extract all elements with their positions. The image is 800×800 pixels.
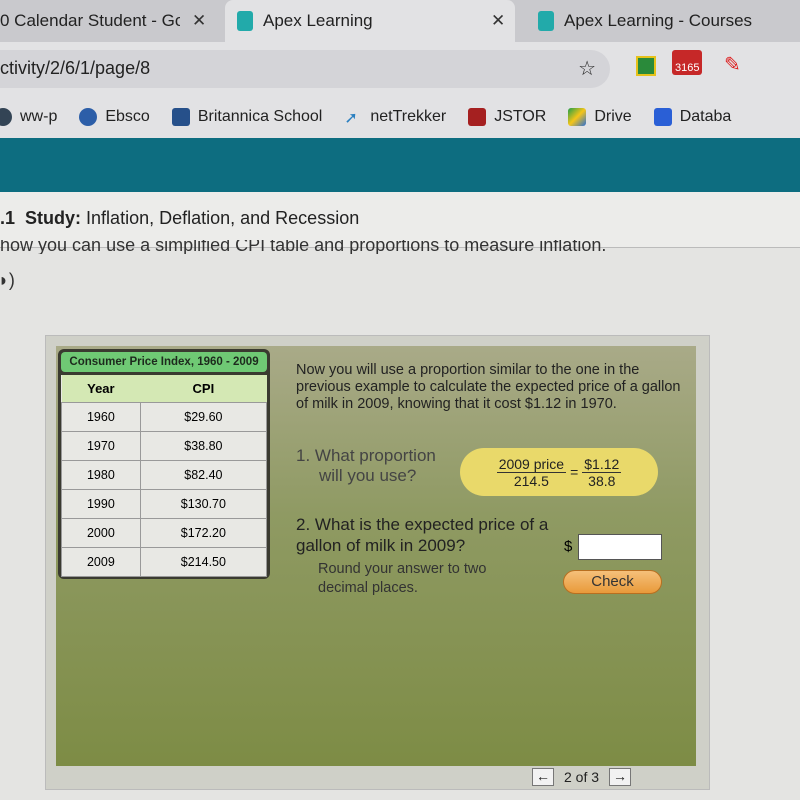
clipped-subtitle: how you can use a simplified CPI table a… (0, 240, 607, 254)
bookmark-drive[interactable]: Drive (568, 108, 632, 126)
cpi-cell: $130.70 (139, 489, 268, 519)
table-row: 1960 $29.60 (61, 402, 268, 432)
bookmark-britannica[interactable]: Britannica School (171, 108, 322, 126)
classroom-icon[interactable] (636, 56, 656, 76)
star-icon[interactable]: ☆ (578, 56, 596, 81)
check-button[interactable]: Check (563, 570, 662, 594)
drive-icon (568, 108, 587, 126)
bookmark-jstor[interactable]: JSTOR (468, 108, 546, 126)
currency-symbol: $ (564, 538, 573, 555)
bookmarks-bar: ww-p Ebsco Britannica School ➚ netTrekker… (0, 96, 800, 138)
table-row: 2009 $214.50 (61, 547, 268, 577)
apex-icon (237, 11, 253, 31)
year-cell: 2009 (61, 547, 141, 577)
cpi-cell: $38.80 (139, 431, 268, 461)
docs-icon (653, 108, 672, 126)
address-bar-row: ctivity/2/6/1/page/8 ☆ 3165 ✎ (0, 42, 800, 96)
bookmark-ebsco[interactable]: Ebsco (79, 108, 150, 126)
pen-icon[interactable]: ✎ (724, 52, 741, 77)
tab-calendar[interactable]: 0 Calendar Student - Go ✕ (0, 0, 220, 42)
apex-icon (538, 11, 554, 31)
cpi-cell: $214.50 (139, 547, 268, 577)
year-cell: 1990 (61, 489, 141, 519)
page-indicator: 2 of 3 (564, 769, 600, 785)
bookmark-icon (0, 108, 12, 126)
cpi-table: Consumer Price Index, 1960 - 2009 Year CP… (58, 349, 270, 579)
tab-apex-learning[interactable]: Apex Learning ✕ (225, 0, 515, 42)
year-cell: 1970 (61, 431, 141, 461)
question-2: 2. What is the expected price of a gallo… (296, 515, 549, 555)
cpi-cell: $172.20 (139, 518, 268, 548)
cpi-cell: $29.60 (139, 402, 268, 432)
table-row: 1970 $38.80 (61, 431, 268, 461)
year-cell: 1960 (61, 402, 141, 432)
table-row: 2000 $172.20 (61, 518, 268, 548)
column-header: Year (61, 375, 141, 403)
close-icon[interactable]: ✕ (491, 11, 505, 31)
proportion-answer: 2009 price 214.5 = $1.12 38.8 (460, 448, 658, 496)
rounding-instruction: Round your answer to two decimal places. (318, 561, 487, 596)
ebsco-icon (79, 108, 98, 126)
britannica-icon (171, 108, 190, 126)
activity-stage: Consumer Price Index, 1960 - 2009 Year CP… (56, 346, 696, 766)
cpi-cell: $82.40 (139, 460, 268, 490)
site-header (0, 138, 800, 192)
close-icon[interactable]: ✕ (192, 11, 206, 31)
question-intro: Now you will use a proportion similar to… (296, 362, 681, 412)
prev-page-button[interactable]: ← (532, 768, 554, 786)
tab-strip: 0 Calendar Student - Go ✕ Apex Learning ✕ … (0, 0, 800, 42)
url-field[interactable]: ctivity/2/6/1/page/8 ☆ (0, 50, 610, 88)
bookmark-databases[interactable]: Databa (653, 108, 731, 126)
nettrekker-icon: ➚ (344, 110, 358, 127)
audio-icon[interactable]: ◗) (0, 270, 15, 291)
next-page-button[interactable]: → (609, 768, 632, 786)
year-cell: 1980 (61, 460, 141, 490)
cpi-table-title: Consumer Price Index, 1960 - 2009 (61, 352, 267, 372)
bookmark-nettrekker[interactable]: ➚ netTrekker (344, 108, 446, 127)
pager: ← 2 of 3 → (532, 768, 632, 786)
column-header: CPI (140, 375, 267, 403)
activity-frame: Consumer Price Index, 1960 - 2009 Year CP… (45, 335, 710, 790)
table-row: 1980 $82.40 (61, 460, 268, 490)
jstor-icon (468, 108, 487, 126)
gmail-icon[interactable]: 3165 (672, 50, 703, 75)
tab-apex-courses[interactable]: Apex Learning - Courses (528, 0, 768, 42)
year-cell: 2000 (61, 518, 141, 548)
question-1: 1. What proportion will you use? (296, 446, 436, 485)
answer-input[interactable] (578, 534, 662, 560)
table-row: 1990 $130.70 (61, 489, 268, 519)
bookmark-wwp[interactable]: ww-p (0, 108, 57, 126)
